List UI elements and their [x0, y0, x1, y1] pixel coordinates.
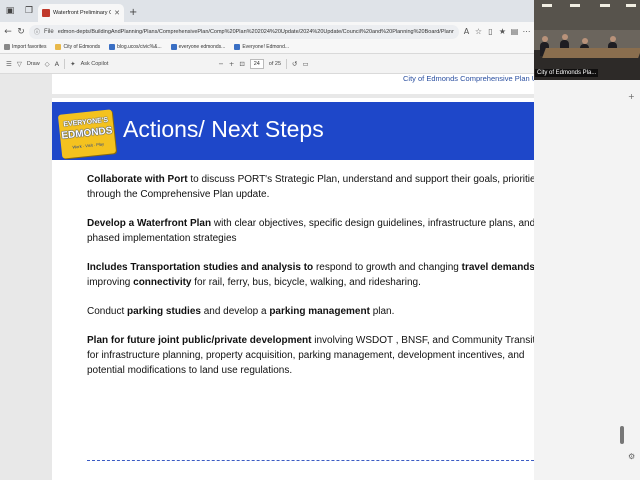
footer-divider: [87, 460, 534, 461]
read-aloud-icon[interactable]: A: [462, 27, 471, 36]
window-menu-icon[interactable]: ▣: [4, 5, 16, 17]
bold-text: Includes Transportation studies and anal…: [87, 262, 314, 273]
content-paragraph: Develop a Waterfront Plan with clear obj…: [87, 216, 534, 246]
eraser-icon[interactable]: ◇: [45, 60, 50, 68]
favorite-label: City of Edmonds: [63, 44, 101, 50]
fit-page-icon[interactable]: ⊡: [239, 60, 244, 68]
ceiling-light: [542, 4, 552, 7]
bold-text: travel demands: [461, 262, 534, 273]
video-label: City of Edmonds Pla...: [535, 69, 599, 77]
page-icon: [170, 44, 177, 50]
page-number-input[interactable]: 24: [249, 58, 264, 69]
file-info-icon[interactable]: ⓘ: [34, 27, 40, 36]
previous-page-footer: City of Edmonds Comprehensive Plan Updat…: [403, 74, 534, 83]
page-view-icon[interactable]: ▭: [302, 60, 308, 68]
favorite-city-of-edmonds[interactable]: City of Edmonds: [55, 44, 100, 50]
body-text: plan.: [369, 306, 395, 317]
pdf-viewer[interactable]: City of Edmonds Comprehensive Plan Updat…: [0, 74, 534, 480]
split-screen-icon[interactable]: ▯: [486, 27, 495, 36]
favorites-icon[interactable]: ★: [498, 27, 507, 36]
page-icon: [234, 44, 241, 50]
page-total: of 25: [268, 60, 281, 67]
bold-text: connectivity: [133, 277, 192, 288]
browser-tab-bar: ▣ ❐ Waterfront Preliminary Concept... ✕ …: [0, 0, 534, 22]
favorite-label: Import favorites: [12, 44, 47, 50]
browser-tab-active[interactable]: Waterfront Preliminary Concept... ✕: [38, 4, 124, 22]
favorite-label: Everyone! Edmond...: [242, 44, 290, 50]
copilot-icon[interactable]: ✦: [70, 60, 75, 68]
zoom-in-icon[interactable]: +: [229, 60, 234, 68]
screen: ▣ ❐ Waterfront Preliminary Concept... ✕ …: [0, 0, 640, 480]
logo-tagline: Work · Visit · Play: [72, 141, 105, 150]
bold-text: parking studies: [127, 306, 201, 317]
bold-text: Collaborate with Port: [87, 174, 188, 185]
draw-button[interactable]: Draw: [27, 61, 40, 67]
favorite-everyone-edmonds-2[interactable]: Everyone! Edmond...: [234, 44, 289, 50]
address-prefix: File: [44, 28, 54, 35]
body-text: Conduct: [87, 306, 128, 317]
content-paragraph: Includes Transportation studies and anal…: [87, 260, 534, 290]
address-bar[interactable]: ⓘ File edmon-depts/BuildingAndPlanning/P…: [29, 24, 459, 39]
tab-actions-icon[interactable]: ❐: [23, 5, 35, 17]
bold-text: parking management: [269, 306, 370, 317]
close-tab-icon[interactable]: ✕: [114, 9, 120, 17]
slide-header: EVERYONE'S EDMONDS Work · Visit · Play A…: [52, 102, 534, 160]
slide-content: Collaborate with Port to discuss PORT's …: [87, 172, 534, 392]
favorite-star-icon[interactable]: ☆: [474, 27, 483, 36]
content-paragraph: Plan for future joint public/private dev…: [87, 333, 534, 378]
slide-title: Actions/ Next Steps: [123, 116, 324, 142]
contents-icon[interactable]: ☰: [6, 60, 12, 68]
zoom-out-icon[interactable]: −: [218, 60, 223, 68]
new-tab-icon[interactable]: +: [129, 7, 137, 18]
ceiling-light: [600, 4, 610, 7]
favorite-blog[interactable]: blog.ucos/civic%&...: [109, 44, 162, 50]
toolbar-divider: [64, 58, 66, 69]
page-icon: [109, 44, 116, 50]
body-text: respond to growth and changing: [313, 262, 462, 273]
scrollbar-thumb[interactable]: [620, 426, 624, 444]
bold-text: Plan for future joint public/private dev…: [87, 335, 312, 346]
address-toolbar: ← ↻ ⓘ File edmon-depts/BuildingAndPlanni…: [0, 22, 534, 41]
body-text: for rail, ferry, bus, bicycle, walking, …: [191, 277, 421, 288]
back-icon[interactable]: ←: [3, 27, 13, 37]
more-icon[interactable]: ⋯: [522, 27, 531, 36]
sidebar-strip: + ⚙: [534, 80, 640, 480]
url-text[interactable]: edmon-depts/BuildingAndPlanning/Plans/Co…: [58, 29, 454, 35]
ceiling-light: [626, 4, 636, 7]
pdf-page: EVERYONE'S EDMONDS Work · Visit · Play A…: [52, 98, 534, 480]
everyones-edmonds-logo: EVERYONE'S EDMONDS Work · Visit · Play: [57, 109, 117, 159]
video-call-thumbnail[interactable]: City of Edmonds Pla...: [534, 0, 640, 80]
favorite-everyone-edmonds[interactable]: everyone edmonds...: [170, 44, 226, 50]
pdf-favicon-icon: [42, 9, 50, 17]
rotate-icon[interactable]: ↺: [292, 60, 297, 68]
collections-icon[interactable]: ▤: [510, 27, 519, 36]
ask-copilot-button[interactable]: Ask Copilot: [81, 61, 109, 67]
body-text: and develop a: [200, 306, 270, 317]
folder-icon: [55, 44, 62, 50]
ceiling-light: [570, 4, 580, 7]
content-paragraph: Collaborate with Port to discuss PORT's …: [87, 172, 534, 202]
bold-text: Develop a Waterfront Plan: [87, 218, 212, 229]
previous-page: City of Edmonds Comprehensive Plan Updat…: [52, 74, 534, 94]
favorite-label: blog.ucos/civic%&...: [117, 44, 162, 50]
conference-table: [542, 48, 640, 58]
favorite-import[interactable]: Import favorites: [4, 44, 46, 50]
text-icon[interactable]: A: [55, 60, 59, 68]
tab-title: Waterfront Preliminary Concept...: [53, 10, 112, 16]
content-paragraph: Conduct parking studies and develop a pa…: [87, 304, 534, 319]
favorites-bar: Import favorites City of Edmonds blog.uc…: [0, 41, 534, 54]
sidebar-settings-icon[interactable]: ⚙: [628, 452, 635, 461]
toolbar-divider: [286, 58, 287, 69]
refresh-icon[interactable]: ↻: [16, 27, 26, 37]
pdf-toolbar: ☰ ▽ Draw ◇ A ✦ Ask Copilot − + ⊡ 24 of 2…: [0, 54, 534, 74]
highlight-icon[interactable]: ▽: [17, 60, 22, 68]
sidebar-add-icon[interactable]: +: [628, 92, 635, 101]
import-icon: [4, 44, 10, 50]
favorite-label: everyone edmonds...: [178, 44, 226, 50]
